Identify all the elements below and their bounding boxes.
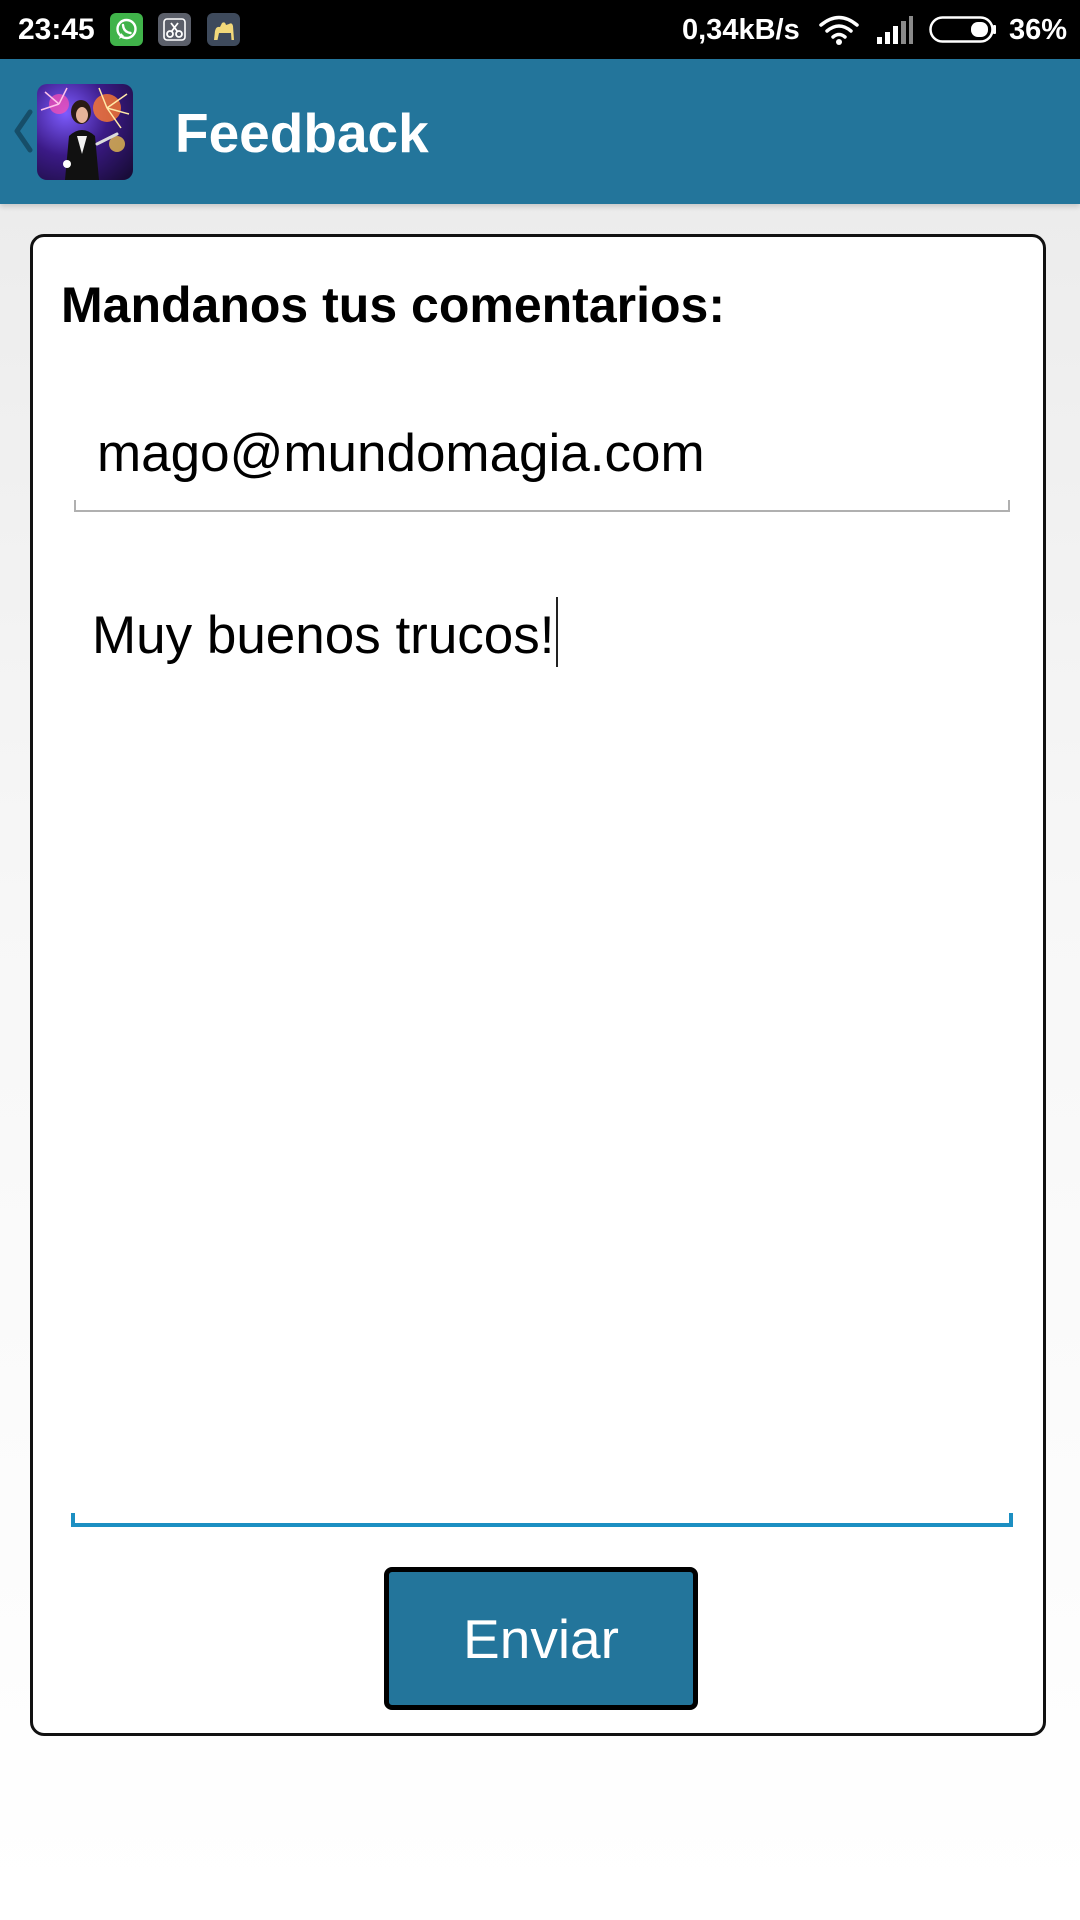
message-text: Muy buenos trucos! (92, 606, 555, 665)
email-field[interactable]: mago@mundomagia.com (74, 392, 1010, 512)
app-bar: Feedback (0, 59, 1080, 204)
send-button[interactable]: Enviar (384, 1567, 698, 1710)
scissors-icon (158, 13, 191, 46)
whatsapp-icon (110, 13, 143, 46)
camel-icon (207, 13, 240, 46)
signal-icon (876, 15, 914, 50)
form-heading: Mandanos tus comentarios: (61, 277, 725, 333)
page-title: Feedback (175, 102, 429, 164)
message-field[interactable]: Muy buenos trucos! (71, 597, 1013, 1527)
wifi-icon (818, 14, 860, 51)
status-time: 23:45 (18, 13, 95, 46)
message-field-underline (71, 1513, 1013, 1527)
status-bar: 23:45 0,34kB/s 36% (0, 0, 1080, 59)
chevron-left-icon[interactable] (10, 107, 36, 160)
magician-logo[interactable] (37, 84, 133, 180)
battery-percent: 36% (1009, 14, 1068, 46)
network-speed: 0,34kB/s (682, 14, 800, 46)
feedback-card: Mandanos tus comentarios: mago@mundomagi… (30, 234, 1046, 1736)
email-field-underline (74, 500, 1010, 512)
email-field-value: mago@mundomagia.com (97, 424, 705, 483)
battery-icon (929, 16, 997, 43)
message-field-value: Muy buenos trucos! (92, 597, 558, 668)
text-cursor (555, 597, 558, 667)
